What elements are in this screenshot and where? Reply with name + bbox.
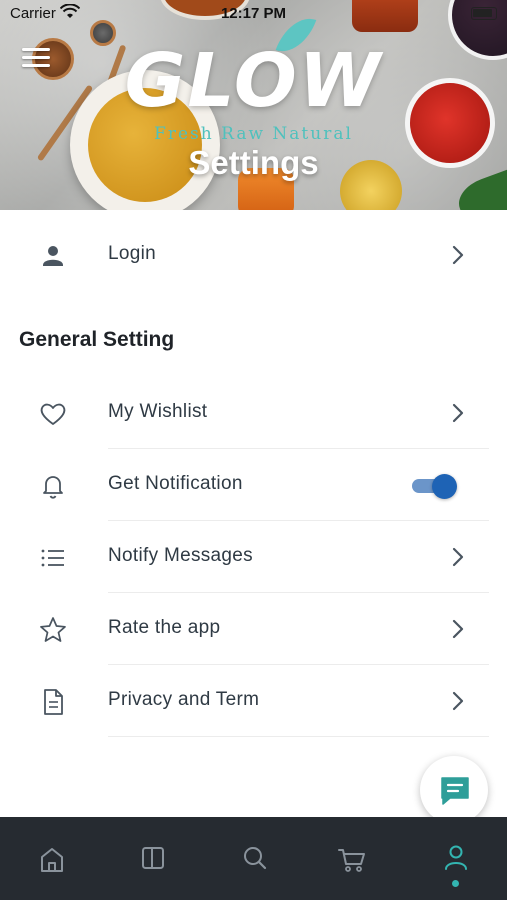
home-icon[interactable]: [37, 845, 67, 875]
settings-item-notification: Get Notification: [0, 449, 507, 521]
login-label: Login: [108, 243, 156, 264]
notification-toggle[interactable]: [412, 474, 458, 499]
chevron-right-icon: [452, 245, 464, 265]
active-tab-indicator: [452, 880, 459, 887]
cart-icon[interactable]: [337, 845, 367, 875]
page-title: Settings: [188, 144, 319, 181]
menu-button[interactable]: [22, 48, 50, 72]
app-logo: GLOW: [124, 38, 383, 124]
login-row[interactable]: Login: [0, 219, 507, 291]
profile-icon[interactable]: [441, 842, 471, 872]
toggle-knob: [432, 474, 457, 499]
search-icon[interactable]: [240, 843, 270, 873]
chevron-right-icon: [452, 691, 464, 711]
logo-tagline: Fresh Raw Natural: [154, 124, 353, 144]
menu-line: [22, 56, 50, 59]
menu-line: [22, 48, 50, 51]
section-title-general: General Setting: [19, 328, 175, 351]
bell-icon: [43, 476, 63, 499]
chevron-right-icon: [452, 619, 464, 639]
settings-item-label: Notify Messages: [108, 545, 253, 566]
person-icon: [43, 246, 63, 266]
list-icon: [41, 549, 64, 567]
chat-button[interactable]: [420, 756, 488, 824]
status-time: 12:17 PM: [220, 5, 287, 22]
settings-item-notify-messages[interactable]: Notify Messages: [0, 521, 507, 593]
divider: [108, 736, 489, 737]
menu-line: [22, 64, 50, 67]
chevron-right-icon: [452, 547, 464, 567]
header-banner: GLOW Fresh Raw Natural Settings: [0, 0, 507, 210]
chat-icon: [441, 777, 469, 805]
settings-item-wishlist[interactable]: My Wishlist: [0, 377, 507, 449]
heart-icon: [40, 403, 66, 425]
settings-item-label: My Wishlist: [108, 401, 208, 422]
settings-item-label: Get Notification: [108, 473, 243, 494]
status-bar: Carrier 12:17 PM: [0, 0, 507, 28]
settings-item-label: Privacy and Term: [108, 689, 260, 710]
settings-item-privacy[interactable]: Privacy and Term: [0, 665, 507, 737]
battery-icon: [471, 7, 497, 20]
chevron-right-icon: [452, 403, 464, 423]
document-icon: [44, 689, 63, 715]
settings-item-label: Rate the app: [108, 617, 221, 638]
star-icon: [40, 617, 66, 642]
settings-item-rate-app[interactable]: Rate the app: [0, 593, 507, 665]
catalog-icon[interactable]: [138, 843, 168, 873]
